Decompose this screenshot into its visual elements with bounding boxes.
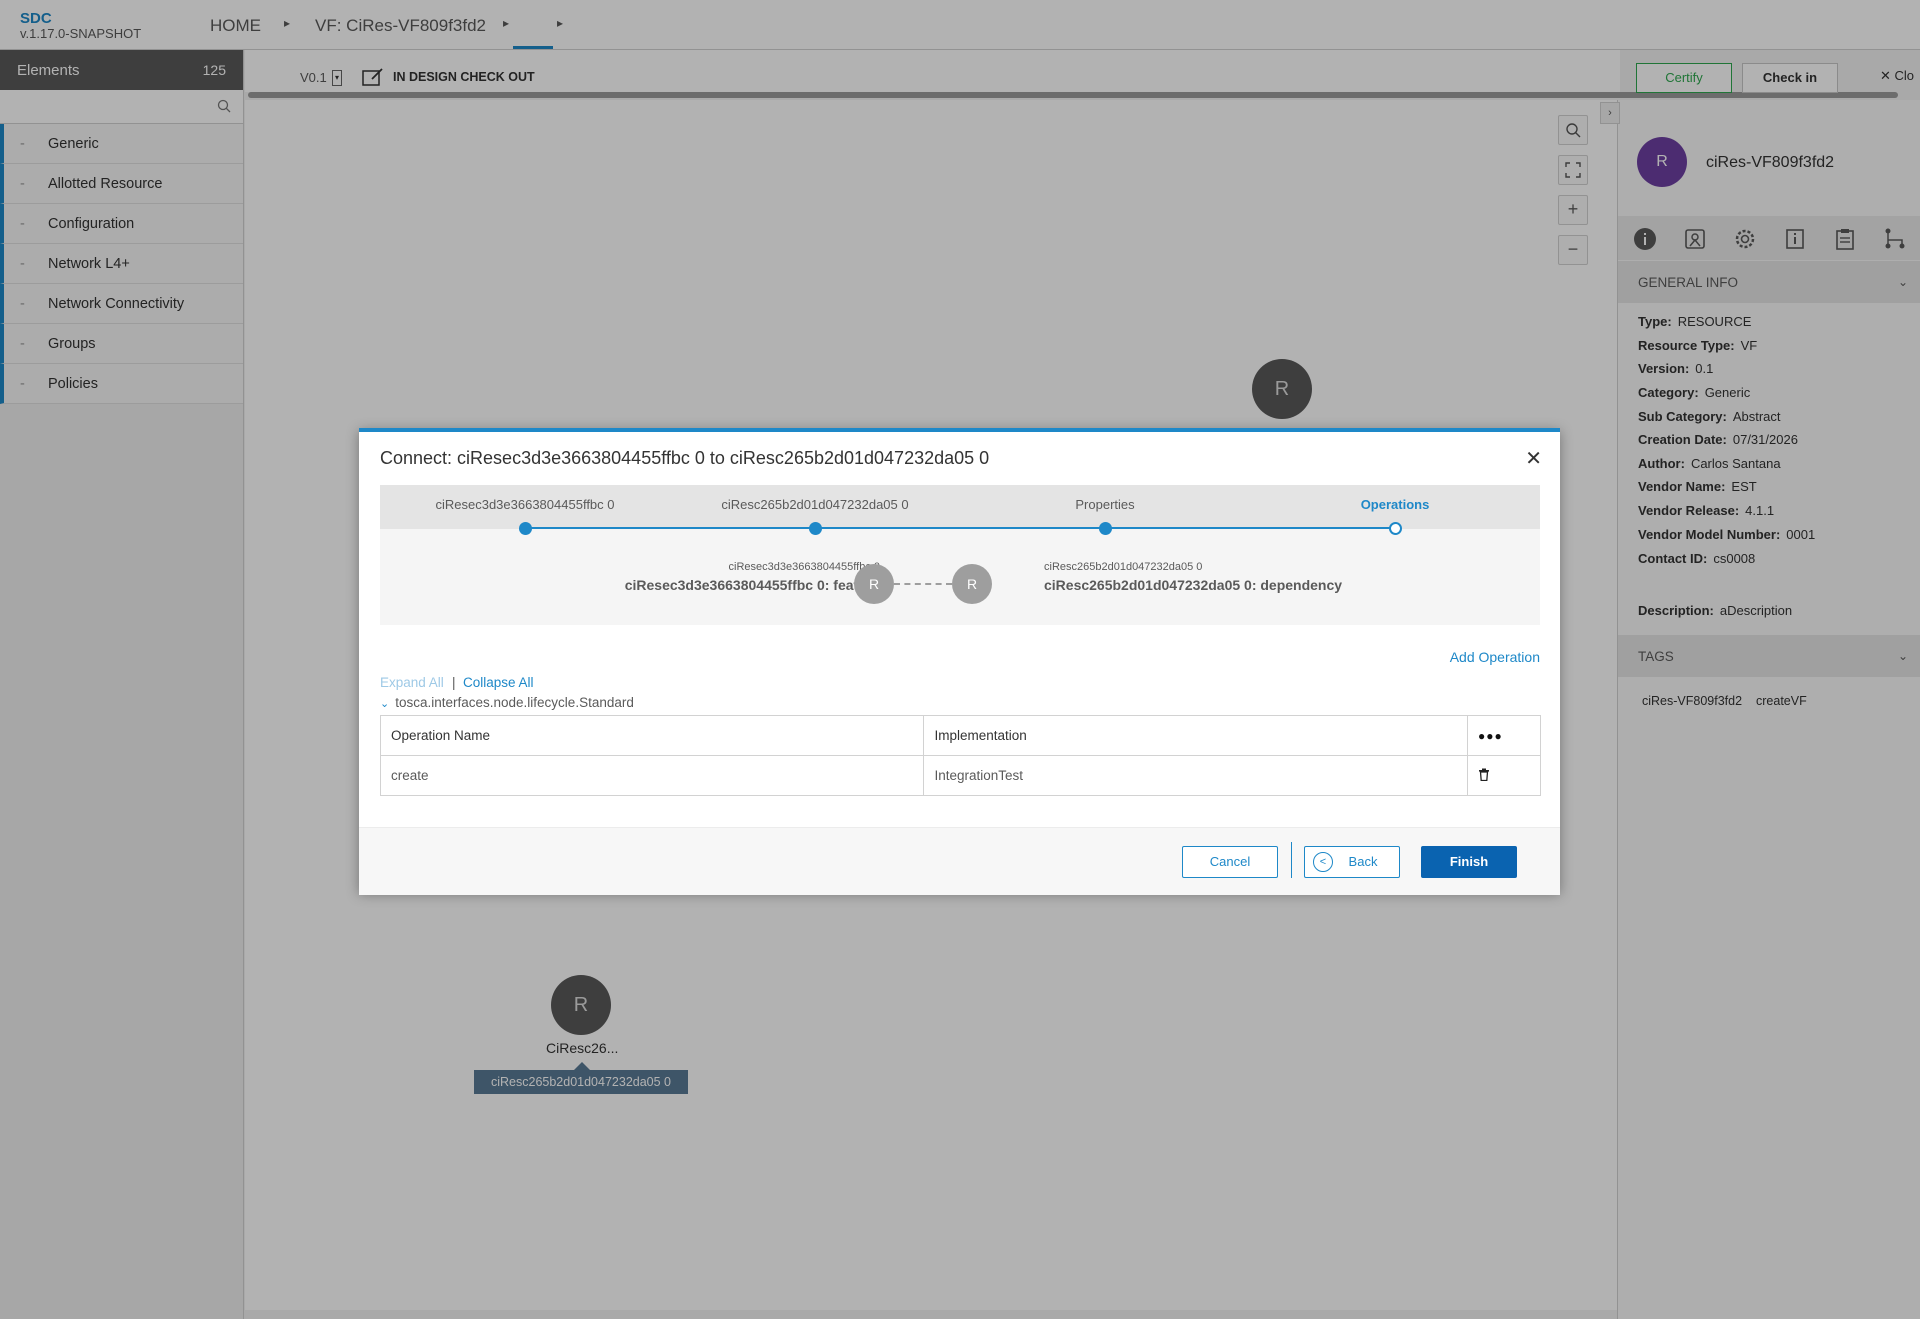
wizard-progress-line	[525, 527, 1395, 529]
to-node-icon: R	[952, 564, 992, 604]
from-node-capability: ciResec3d3e3663804455ffbc 0: feature	[624, 577, 880, 593]
link-separator: |	[452, 675, 456, 690]
step-dot-completed	[1099, 522, 1112, 535]
wizard-steps: ciResec3d3e3663804455ffbc 0 ciResc265b2d…	[380, 485, 1540, 625]
column-header-operation-name: Operation Name	[379, 715, 925, 756]
from-node-icon: R	[854, 564, 894, 604]
step-dot-completed	[519, 522, 532, 535]
step-label-to[interactable]: ciResc265b2d01d047232da05 0	[685, 497, 945, 512]
cancel-button[interactable]: Cancel	[1182, 846, 1278, 878]
actions-cell	[1467, 755, 1541, 796]
step-dot-completed	[809, 522, 822, 535]
dialog-title: Connect: ciResec3d3e3663804455ffbc 0 to …	[380, 448, 990, 468]
chevron-down-icon: ⌄	[380, 698, 390, 710]
to-node-name: ciResc265b2d01d047232da05 0	[1044, 561, 1203, 573]
step-dot-current	[1389, 522, 1402, 535]
relation-connector-line	[894, 583, 952, 585]
footer-divider	[1291, 842, 1292, 878]
step-label-properties[interactable]: Properties	[975, 497, 1235, 512]
column-header-actions: ●●●	[1467, 715, 1541, 756]
to-node-requirement: ciResc265b2d01d047232da05 0: dependency	[1044, 577, 1343, 593]
back-label: Back	[1348, 854, 1378, 869]
more-actions-icon: ●●●	[1478, 729, 1503, 743]
step-label-operations[interactable]: Operations	[1265, 497, 1525, 512]
add-operation-link[interactable]: Add Operation	[1450, 649, 1540, 665]
back-button[interactable]: < Back	[1304, 846, 1400, 878]
table-row[interactable]: create IntegrationTest	[379, 755, 1541, 796]
connect-dialog: Connect: ciResec3d3e3663804455ffbc 0 to …	[359, 428, 1560, 895]
collapse-all-link[interactable]: Collapse All	[463, 675, 534, 690]
interface-group-header[interactable]: ⌄ tosca.interfaces.node.lifecycle.Standar…	[380, 695, 634, 710]
step-label-from[interactable]: ciResec3d3e3663804455ffbc 0	[395, 497, 655, 512]
chevron-left-icon: <	[1313, 852, 1333, 872]
implementation-cell[interactable]: IntegrationTest	[923, 755, 1469, 796]
finish-button[interactable]: Finish	[1421, 846, 1517, 878]
column-header-implementation: Implementation	[923, 715, 1469, 756]
operation-name-cell[interactable]: create	[379, 755, 925, 796]
close-icon[interactable]: ✕	[1525, 446, 1542, 471]
operations-table: Operation Name Implementation ●●● create…	[379, 715, 1541, 796]
interface-name: tosca.interfaces.node.lifecycle.Standard	[395, 695, 634, 710]
expand-all-link[interactable]: Expand All	[380, 675, 444, 690]
trash-icon[interactable]	[1478, 768, 1490, 781]
dialog-footer: Cancel < Back Finish	[359, 827, 1560, 895]
table-header-row: Operation Name Implementation ●●●	[379, 715, 1541, 756]
